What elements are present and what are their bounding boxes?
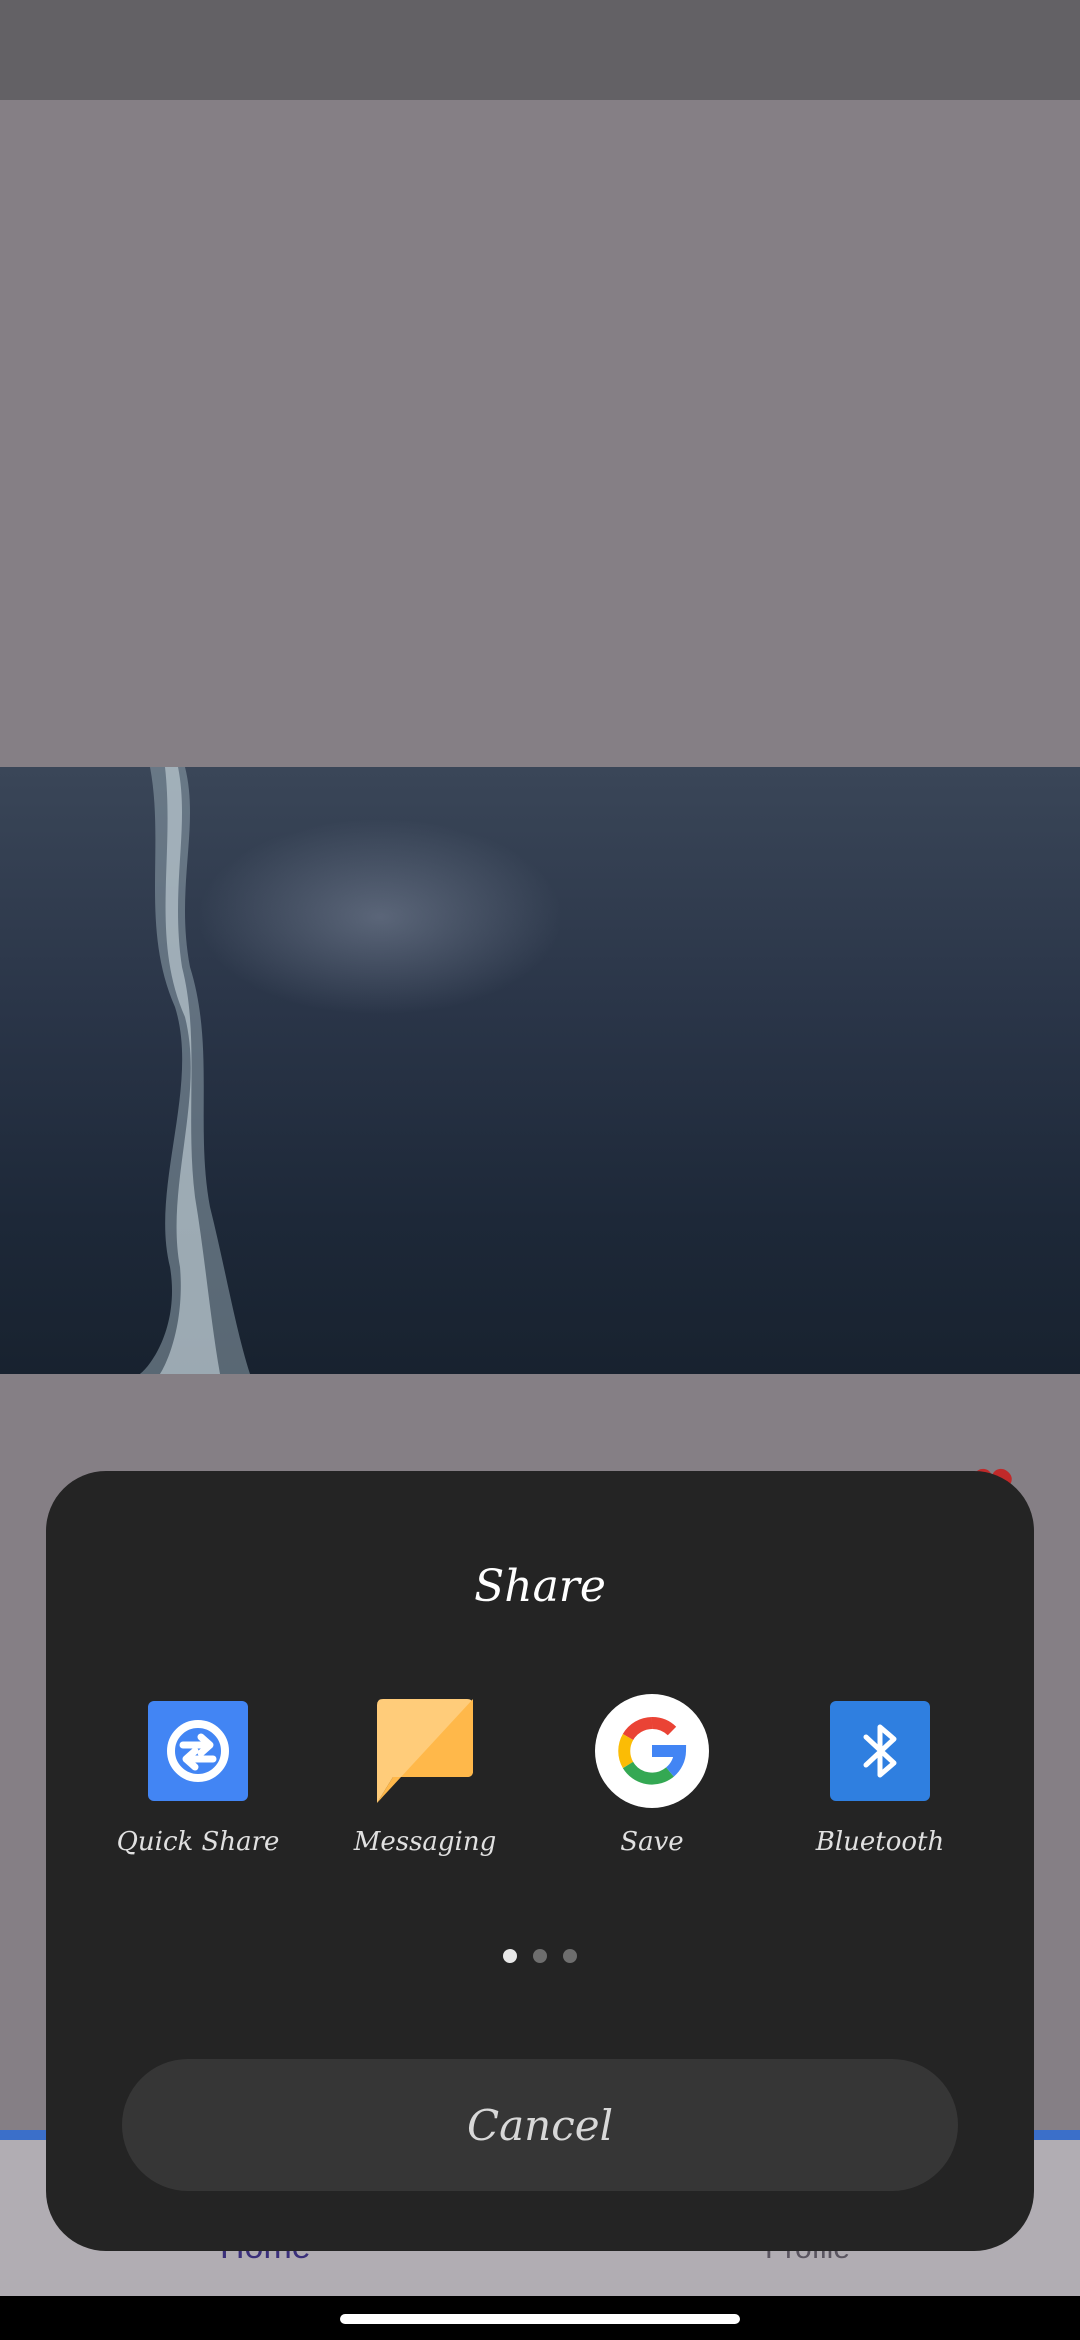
share-target-label: Save [620,1827,684,1857]
bluetooth-icon [830,1701,930,1801]
quick-share-icon [148,1701,248,1801]
share-target-label: Quick Share [116,1827,280,1857]
share-target-quick-share[interactable]: Quick Share [98,1691,298,1857]
share-sheet: Share Quick Share Messaging Save Bluetoo… [46,1471,1034,2251]
ship-wake-image [140,767,250,1374]
video-player[interactable] [0,767,1080,1374]
page-dot[interactable] [533,1949,547,1963]
google-save-icon [595,1694,709,1808]
page-dot[interactable] [563,1949,577,1963]
share-target-label: Bluetooth [815,1827,945,1857]
share-sheet-title: Share [474,1561,606,1612]
page-dot-active[interactable] [503,1949,517,1963]
cancel-button[interactable]: Cancel [122,2059,958,2191]
home-indicator[interactable] [340,2314,740,2324]
status-bar [0,0,1080,100]
share-target-save[interactable]: Save [552,1691,752,1857]
share-target-label: Messaging [353,1827,497,1857]
share-targets: Quick Share Messaging Save Bluetooth [46,1691,1034,1891]
messaging-icon [377,1699,473,1803]
share-target-bluetooth[interactable]: Bluetooth [780,1691,980,1857]
page-indicator [46,1949,1034,1963]
share-target-messaging[interactable]: Messaging [325,1691,525,1857]
